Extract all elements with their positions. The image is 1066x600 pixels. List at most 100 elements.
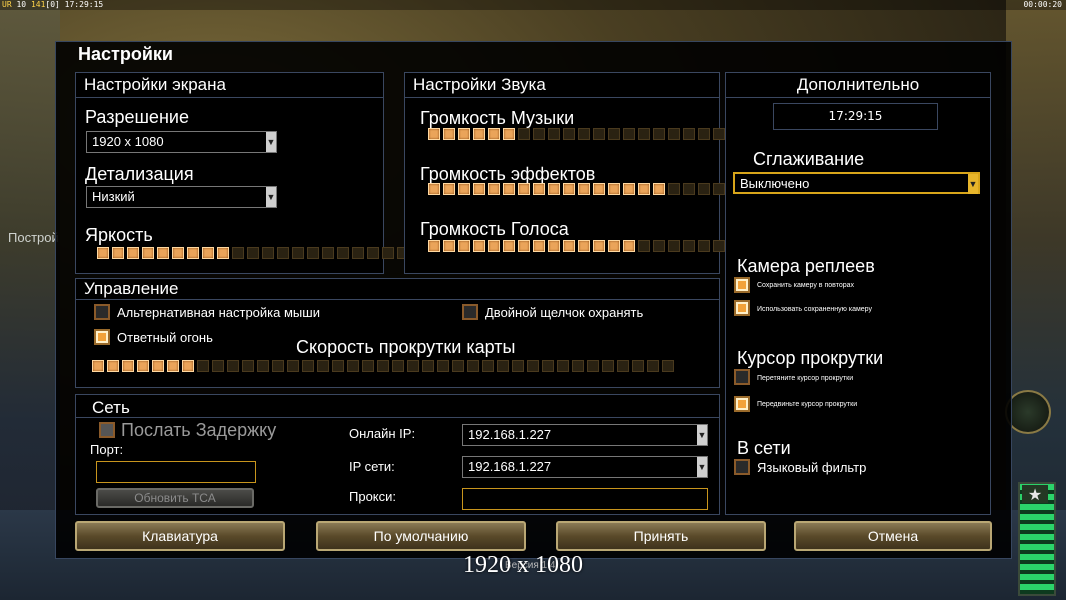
- slider-segment[interactable]: [518, 128, 530, 140]
- slider-segment[interactable]: [653, 240, 665, 252]
- proxy-input[interactable]: [462, 488, 708, 510]
- slider-segment[interactable]: [578, 240, 590, 252]
- slider-segment[interactable]: [212, 360, 224, 372]
- slider-segment[interactable]: [698, 240, 710, 252]
- slider-segment[interactable]: [352, 247, 364, 259]
- slider-segment[interactable]: [347, 360, 359, 372]
- slider-segment[interactable]: [653, 128, 665, 140]
- slider-segment[interactable]: [572, 360, 584, 372]
- slider-segment[interactable]: [497, 360, 509, 372]
- slider-segment[interactable]: [227, 360, 239, 372]
- slider-segment[interactable]: [488, 128, 500, 140]
- slider-segment[interactable]: [362, 360, 374, 372]
- slider-segment[interactable]: [152, 360, 164, 372]
- slider-segment[interactable]: [437, 360, 449, 372]
- slider-segment[interactable]: [137, 360, 149, 372]
- slider-segment[interactable]: [392, 360, 404, 372]
- update-tca-button[interactable]: Обновить ТСА: [96, 488, 254, 508]
- slider-segment[interactable]: [713, 128, 725, 140]
- slider-segment[interactable]: [683, 128, 695, 140]
- brightness-slider[interactable]: [97, 247, 424, 261]
- slider-segment[interactable]: [382, 247, 394, 259]
- slider-segment[interactable]: [322, 247, 334, 259]
- slider-segment[interactable]: [458, 128, 470, 140]
- slider-segment[interactable]: [197, 360, 209, 372]
- scroll-speed-slider[interactable]: [92, 360, 674, 374]
- slider-segment[interactable]: [593, 128, 605, 140]
- slider-segment[interactable]: [503, 128, 515, 140]
- slider-segment[interactable]: [97, 247, 109, 259]
- slider-segment[interactable]: [127, 247, 139, 259]
- slider-segment[interactable]: [217, 247, 229, 259]
- slider-segment[interactable]: [698, 183, 710, 195]
- accept-button[interactable]: Принять: [556, 521, 766, 551]
- move-cursor-checkbox[interactable]: [734, 396, 750, 412]
- use-camera-checkbox[interactable]: [734, 300, 750, 316]
- send-delay-checkbox[interactable]: [99, 422, 115, 438]
- slider-segment[interactable]: [473, 240, 485, 252]
- antialias-select[interactable]: Выключено ▼: [733, 172, 980, 194]
- detail-select[interactable]: Низкий ▼: [86, 186, 277, 208]
- resolution-select[interactable]: 1920 x 1080 ▼: [86, 131, 277, 153]
- slider-segment[interactable]: [272, 360, 284, 372]
- slider-segment[interactable]: [112, 247, 124, 259]
- slider-segment[interactable]: [488, 240, 500, 252]
- slider-segment[interactable]: [683, 183, 695, 195]
- slider-segment[interactable]: [503, 183, 515, 195]
- slider-segment[interactable]: [527, 360, 539, 372]
- slider-segment[interactable]: [443, 183, 455, 195]
- slider-segment[interactable]: [302, 360, 314, 372]
- slider-segment[interactable]: [482, 360, 494, 372]
- slider-segment[interactable]: [632, 360, 644, 372]
- slider-segment[interactable]: [473, 183, 485, 195]
- slider-segment[interactable]: [713, 183, 725, 195]
- slider-segment[interactable]: [503, 240, 515, 252]
- slider-segment[interactable]: [617, 360, 629, 372]
- slider-segment[interactable]: [428, 240, 440, 252]
- double-click-checkbox[interactable]: [462, 304, 478, 320]
- slider-segment[interactable]: [182, 360, 194, 372]
- slider-segment[interactable]: [593, 183, 605, 195]
- chevron-down-icon[interactable]: ▼: [697, 425, 707, 445]
- slider-segment[interactable]: [653, 183, 665, 195]
- slider-segment[interactable]: [623, 183, 635, 195]
- slider-segment[interactable]: [518, 240, 530, 252]
- slider-segment[interactable]: [512, 360, 524, 372]
- slider-segment[interactable]: [172, 247, 184, 259]
- chevron-down-icon[interactable]: ▼: [697, 457, 707, 477]
- slider-segment[interactable]: [608, 128, 620, 140]
- slider-segment[interactable]: [337, 247, 349, 259]
- slider-segment[interactable]: [668, 183, 680, 195]
- slider-segment[interactable]: [332, 360, 344, 372]
- slider-segment[interactable]: [377, 360, 389, 372]
- slider-segment[interactable]: [232, 247, 244, 259]
- slider-segment[interactable]: [307, 247, 319, 259]
- slider-segment[interactable]: [242, 360, 254, 372]
- chevron-down-icon[interactable]: ▼: [266, 187, 276, 207]
- slider-segment[interactable]: [287, 360, 299, 372]
- slider-segment[interactable]: [452, 360, 464, 372]
- slider-segment[interactable]: [443, 240, 455, 252]
- slider-segment[interactable]: [698, 128, 710, 140]
- alt-mouse-checkbox[interactable]: [94, 304, 110, 320]
- slider-segment[interactable]: [533, 128, 545, 140]
- slider-segment[interactable]: [533, 183, 545, 195]
- slider-segment[interactable]: [443, 128, 455, 140]
- slider-segment[interactable]: [122, 360, 134, 372]
- slider-segment[interactable]: [638, 240, 650, 252]
- slider-segment[interactable]: [542, 360, 554, 372]
- return-fire-checkbox[interactable]: [94, 329, 110, 345]
- slider-segment[interactable]: [247, 247, 259, 259]
- slider-segment[interactable]: [458, 240, 470, 252]
- slider-segment[interactable]: [533, 240, 545, 252]
- cancel-button[interactable]: Отмена: [794, 521, 992, 551]
- slider-segment[interactable]: [587, 360, 599, 372]
- save-camera-checkbox[interactable]: [734, 277, 750, 293]
- net-ip-select[interactable]: 192.168.1.227 ▼: [462, 456, 708, 478]
- slider-segment[interactable]: [292, 247, 304, 259]
- slider-segment[interactable]: [578, 183, 590, 195]
- slider-segment[interactable]: [473, 128, 485, 140]
- keyboard-button[interactable]: Клавиатура: [75, 521, 285, 551]
- slider-segment[interactable]: [488, 183, 500, 195]
- slider-segment[interactable]: [187, 247, 199, 259]
